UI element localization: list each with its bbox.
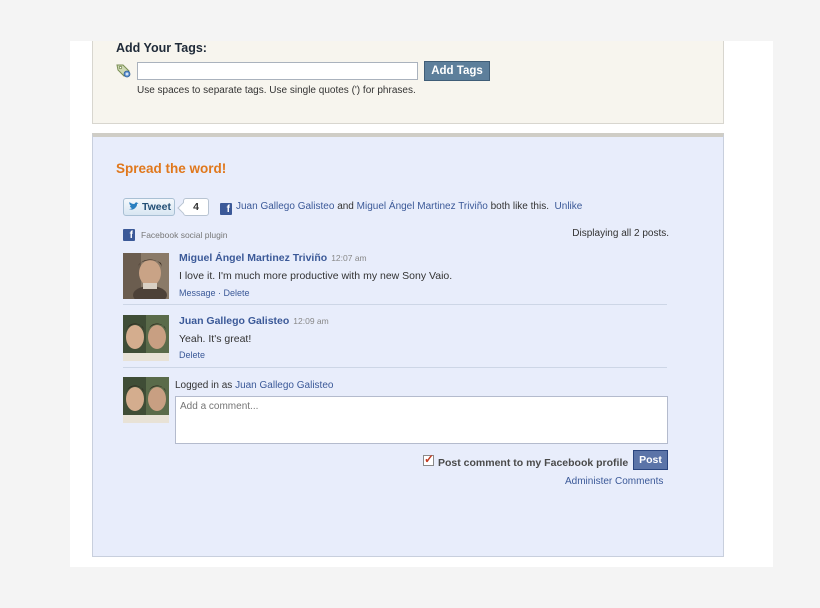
- facebook-icon: f: [220, 203, 232, 215]
- page: Add Your Tags: Add Tags Use spaces to se…: [70, 41, 773, 567]
- like-sentence: Juan Gallego Galisteo and Miguel Ángel M…: [236, 201, 582, 212]
- tweet-label: Tweet: [142, 201, 171, 213]
- facebook-icon: f: [123, 229, 135, 241]
- delete-link[interactable]: Delete: [224, 288, 250, 298]
- like-user-link[interactable]: Juan Gallego Galisteo: [236, 201, 334, 212]
- post-text: Yeah. It's great!: [179, 333, 252, 345]
- add-tags-button[interactable]: Add Tags: [424, 61, 490, 81]
- post-button[interactable]: Post: [633, 450, 668, 470]
- administer-comments-link[interactable]: Administer Comments: [565, 476, 663, 487]
- avatar[interactable]: [123, 315, 169, 361]
- add-tags-panel: Add Your Tags: Add Tags Use spaces to se…: [92, 41, 724, 124]
- unlike-link[interactable]: Unlike: [555, 201, 583, 212]
- facebook-plugin-label: Facebook social plugin: [141, 230, 228, 240]
- action-separator: ·: [215, 288, 224, 298]
- like-suffix-text: both like this.: [490, 201, 549, 212]
- like-and-text: and: [337, 201, 354, 212]
- spread-title: Spread the word!: [116, 161, 227, 176]
- twitter-bird-icon: [129, 202, 139, 210]
- tags-input[interactable]: [137, 62, 418, 80]
- avatar: [123, 377, 169, 423]
- like-user-link[interactable]: Miguel Ángel Martinez Triviño: [357, 201, 488, 212]
- add-tags-title: Add Your Tags:: [116, 41, 207, 55]
- post-author[interactable]: Juan Gallego Galisteo 12:09 am: [179, 315, 329, 327]
- post-to-profile-label: Post comment to my Facebook profile: [438, 457, 629, 469]
- avatar[interactable]: [123, 253, 169, 299]
- tweet-count: 4: [183, 198, 209, 216]
- comment-input[interactable]: [175, 396, 668, 444]
- logged-in-user-link[interactable]: Juan Gallego Galisteo: [235, 380, 333, 391]
- tags-hint: Use spaces to separate tags. Use single …: [137, 85, 416, 96]
- post-text: I love it. I'm much more productive with…: [179, 270, 453, 282]
- post-author-name[interactable]: Juan Gallego Galisteo: [179, 315, 289, 327]
- tweet-button[interactable]: Tweet: [123, 198, 175, 216]
- post-actions: Delete: [179, 350, 205, 360]
- logged-in-line: Logged in as Juan Gallego Galisteo: [175, 380, 333, 391]
- post-divider: [123, 367, 667, 368]
- post-count: Displaying all 2 posts.: [572, 228, 669, 239]
- post-time: 12:09 am: [293, 316, 329, 326]
- post-divider: [123, 304, 667, 305]
- post-author-name[interactable]: Miguel Ángel Martinez Triviño: [179, 252, 327, 264]
- post-time: 12:07 am: [331, 253, 367, 263]
- tag-icon: [116, 64, 131, 78]
- post-to-profile-checkbox[interactable]: [423, 452, 434, 466]
- message-link[interactable]: Message: [179, 288, 216, 298]
- post-author[interactable]: Miguel Ángel Martinez Triviño 12:07 am: [179, 252, 367, 264]
- logged-in-prefix: Logged in as: [175, 380, 233, 391]
- delete-link[interactable]: Delete: [179, 350, 205, 360]
- spread-the-word-panel: Spread the word! Tweet 4 f Juan Gallego …: [92, 133, 724, 557]
- post-actions: Message · Delete: [179, 288, 250, 298]
